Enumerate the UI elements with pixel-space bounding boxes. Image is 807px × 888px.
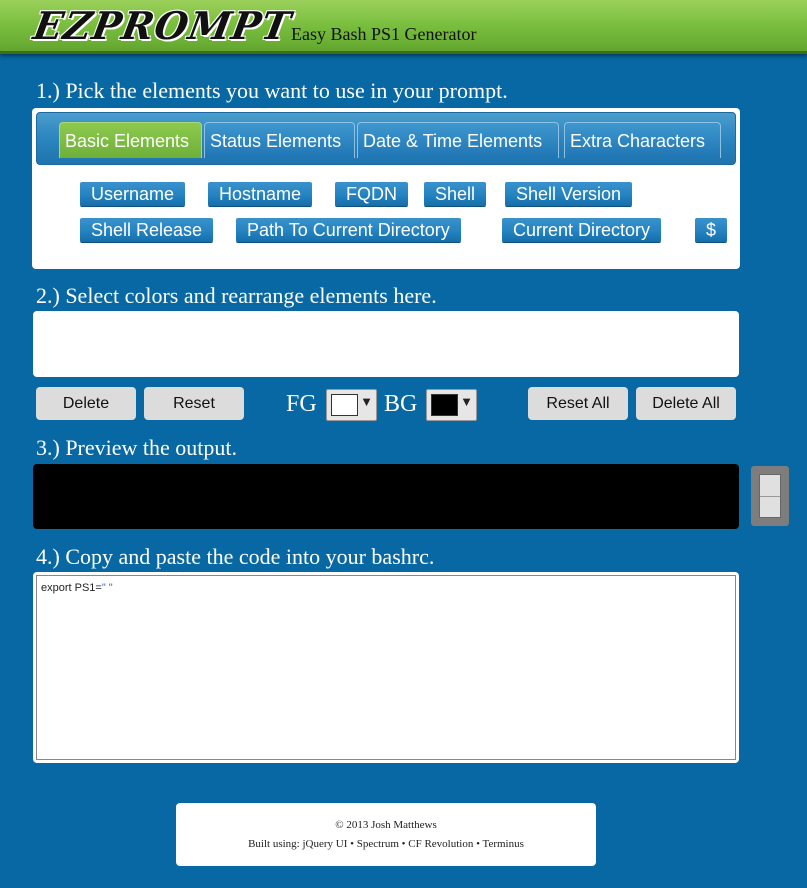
fg-color-picker[interactable]: ▼: [326, 389, 377, 421]
element-fqdn[interactable]: FQDN: [335, 182, 408, 206]
delete-button[interactable]: Delete: [36, 387, 136, 420]
element-dollar-sign[interactable]: $: [695, 218, 728, 242]
code-value: " ": [101, 582, 113, 594]
toggle-knob: [759, 474, 781, 518]
footer-copyright: © 2013 Josh Matthews: [335, 819, 437, 831]
elements-panel: Basic Elements Status Elements Date & Ti…: [32, 108, 740, 269]
tab-date-time-elements[interactable]: Date & Time Elements: [357, 122, 559, 158]
header-bar: EZPROMPT Easy Bash PS1 Generator: [0, 0, 807, 54]
element-hostname[interactable]: Hostname: [208, 182, 313, 206]
chevron-down-icon: ▼: [360, 394, 373, 409]
code-prefix: export PS1=: [41, 582, 102, 594]
tab-extra-characters[interactable]: Extra Characters: [564, 122, 721, 158]
delete-all-button[interactable]: Delete All: [636, 387, 736, 420]
tab-bar: Basic Elements Status Elements Date & Ti…: [36, 112, 736, 165]
tab-basic-elements[interactable]: Basic Elements: [59, 122, 202, 158]
element-shell-release[interactable]: Shell Release: [80, 218, 214, 242]
section-2-heading: 2.) Select colors and rearrange elements…: [36, 283, 437, 308]
reset-all-button[interactable]: Reset All: [528, 387, 628, 420]
footer-credits: Built using: jQuery UI • Spectrum • CF R…: [248, 838, 524, 850]
footer: © 2013 Josh Matthews Built using: jQuery…: [176, 803, 596, 866]
arrange-area[interactable]: [33, 311, 739, 377]
element-current-directory[interactable]: Current Directory: [502, 218, 662, 242]
section-1-heading: 1.) Pick the elements you want to use in…: [36, 78, 508, 103]
bg-label: BG: [384, 391, 418, 417]
prompt-preview: [33, 464, 739, 529]
element-shell[interactable]: Shell: [424, 182, 487, 206]
bg-color-picker[interactable]: ▼: [426, 389, 477, 421]
element-username[interactable]: Username: [80, 182, 186, 206]
code-box: export PS1=" ": [33, 572, 739, 763]
fg-color-swatch: [331, 394, 358, 416]
bashrc-code-textarea[interactable]: export PS1=" ": [36, 575, 736, 760]
section-4-heading: 4.) Copy and paste the code into your ba…: [36, 544, 435, 569]
site-logo[interactable]: EZPROMPT: [30, 3, 295, 48]
reset-button[interactable]: Reset: [144, 387, 244, 420]
site-tagline: Easy Bash PS1 Generator: [291, 24, 477, 44]
tab-status-elements[interactable]: Status Elements: [204, 122, 355, 158]
element-shell-version[interactable]: Shell Version: [505, 182, 633, 206]
preview-toggle-switch[interactable]: [751, 466, 789, 526]
bg-color-swatch: [431, 394, 458, 416]
chevron-down-icon: ▼: [460, 394, 473, 409]
fg-label: FG: [286, 391, 317, 417]
element-path-to-current-directory[interactable]: Path To Current Directory: [236, 218, 461, 242]
section-3-heading: 3.) Preview the output.: [36, 435, 238, 460]
